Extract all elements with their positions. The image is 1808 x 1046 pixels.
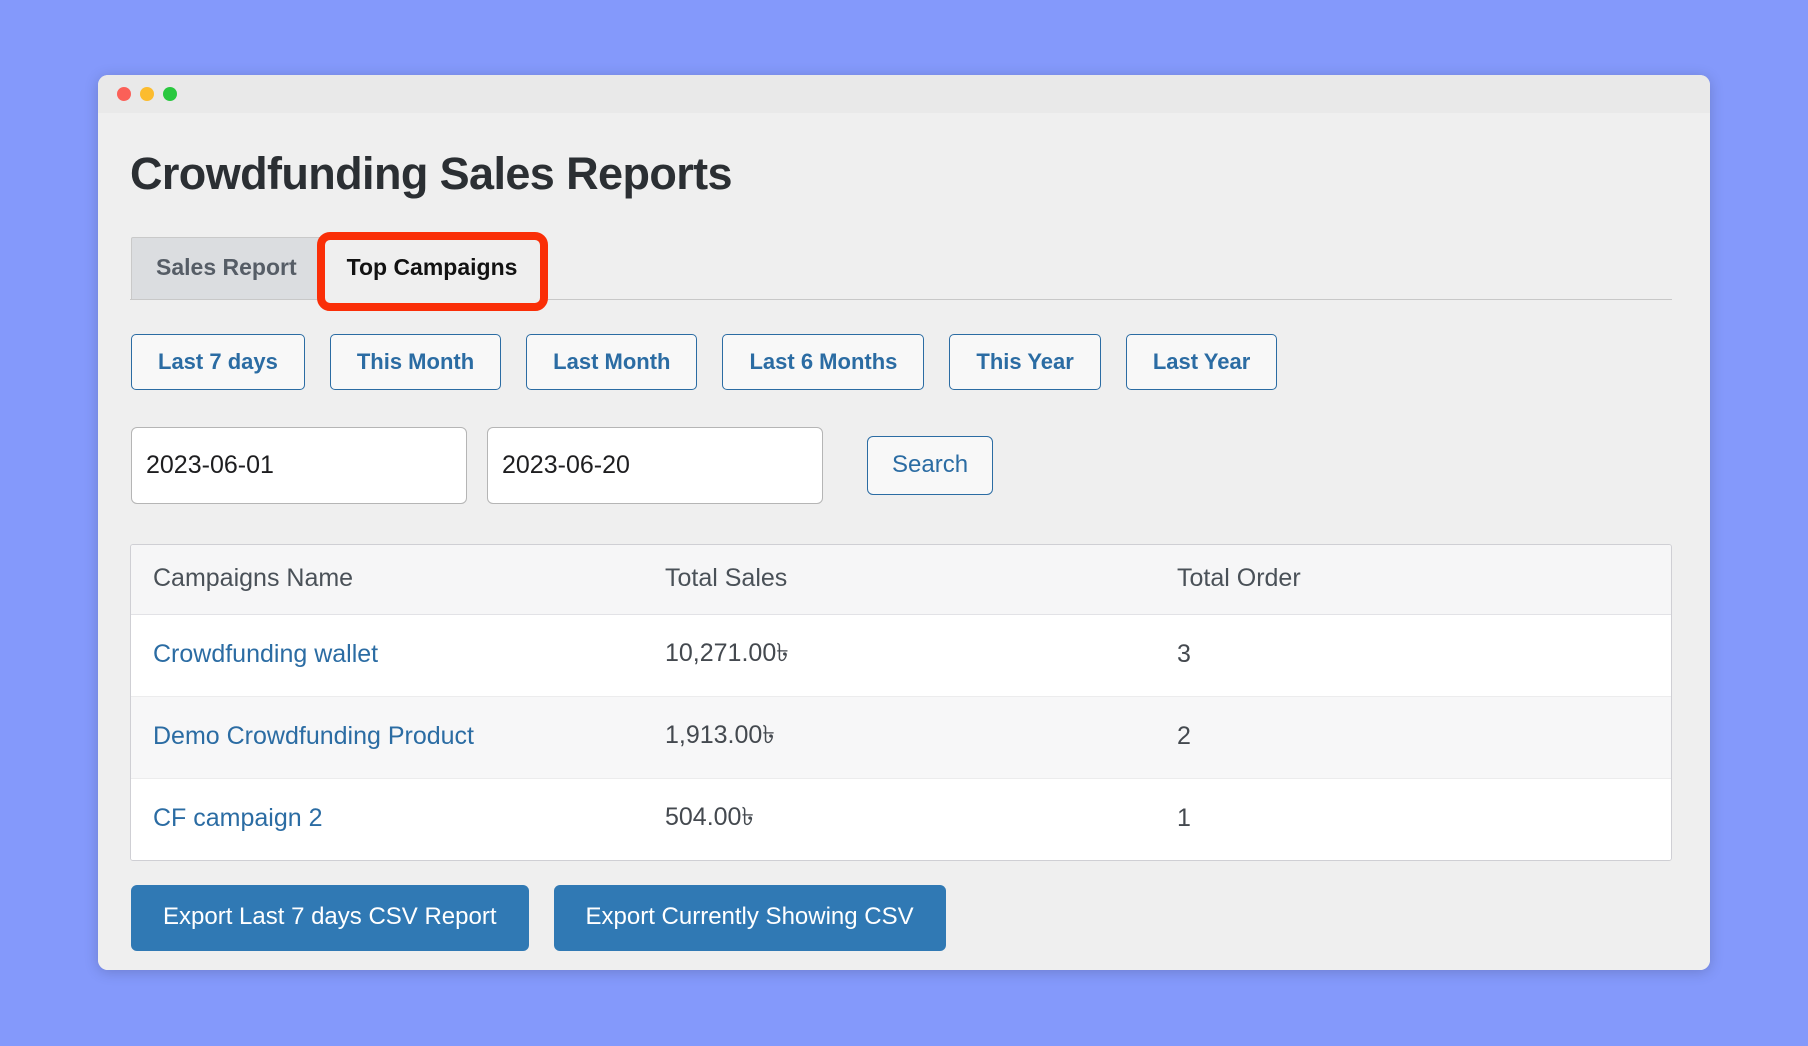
table-row: CF campaign 2 504.00৳ 1 xyxy=(131,778,1671,861)
cell-total-sales: 1,913.00৳ xyxy=(643,696,1155,780)
campaign-link[interactable]: CF campaign 2 xyxy=(153,804,323,832)
search-button[interactable]: Search xyxy=(867,435,994,496)
range-button-last-6-months[interactable]: Last 6 Months xyxy=(722,333,925,391)
range-button-last-7-days[interactable]: Last 7 days xyxy=(131,333,305,391)
top-campaigns-table: Campaigns Name Total Sales Total Order C… xyxy=(130,544,1672,862)
maximize-window-icon[interactable] xyxy=(163,87,177,101)
campaign-link[interactable]: Crowdfunding wallet xyxy=(153,640,378,668)
cell-total-order: 2 xyxy=(1155,696,1671,780)
cell-total-order: 1 xyxy=(1177,804,1191,833)
column-header-total-sales: Total Sales xyxy=(643,545,1155,616)
tab-sales-report[interactable]: Sales Report xyxy=(131,237,322,299)
range-button-this-month[interactable]: This Month xyxy=(329,333,502,391)
page-title: Crowdfunding Sales Reports xyxy=(130,148,733,199)
cell-campaign-name: Crowdfunding wallet xyxy=(131,614,643,698)
export-currently-showing-csv-button[interactable]: Export Currently Showing CSV xyxy=(553,885,946,951)
cell-campaign-name: Demo Crowdfunding Product xyxy=(131,696,643,780)
table-row: Crowdfunding wallet 10,271.00৳ 3 xyxy=(131,614,1671,698)
export-buttons: Export Last 7 days CSV Report Export Cur… xyxy=(130,885,1672,951)
cell-total-order: 3 xyxy=(1155,614,1671,698)
start-date-input[interactable] xyxy=(131,427,467,505)
cell-total-sales: 504.00৳ xyxy=(665,803,754,832)
close-window-icon[interactable] xyxy=(117,87,131,101)
search-controls: Search xyxy=(130,427,1672,505)
quick-range-buttons: Last 7 days This Month Last Month Last 6… xyxy=(130,333,1672,391)
cell-total-sales: 10,271.00৳ xyxy=(643,614,1155,698)
table-row: Demo Crowdfunding Product 1,913.00৳ 2 xyxy=(131,696,1671,780)
table-header-row: Campaigns Name Total Sales Total Order xyxy=(131,545,1671,616)
tab-top-campaigns[interactable]: Top Campaigns xyxy=(321,237,543,300)
column-header-total-order: Total Order xyxy=(1155,545,1671,616)
minimize-window-icon[interactable] xyxy=(140,87,154,101)
range-button-last-year[interactable]: Last Year xyxy=(1125,333,1278,391)
cell-campaign-name: CF campaign 2 xyxy=(131,779,643,861)
column-header-campaigns-name: Campaigns Name xyxy=(131,545,643,616)
export-last-7-days-csv-button[interactable]: Export Last 7 days CSV Report xyxy=(131,885,529,951)
page-content: Crowdfunding Sales Reports Sales Report … xyxy=(98,113,1710,970)
range-button-this-year[interactable]: This Year xyxy=(949,333,1101,391)
app-window: Crowdfunding Sales Reports Sales Report … xyxy=(98,75,1710,970)
range-button-last-month[interactable]: Last Month xyxy=(526,333,698,391)
end-date-input[interactable] xyxy=(487,427,823,505)
window-titlebar xyxy=(98,75,1710,113)
tab-bar: Sales Report Top Campaigns xyxy=(130,232,1672,312)
campaign-link[interactable]: Demo Crowdfunding Product xyxy=(153,722,474,750)
